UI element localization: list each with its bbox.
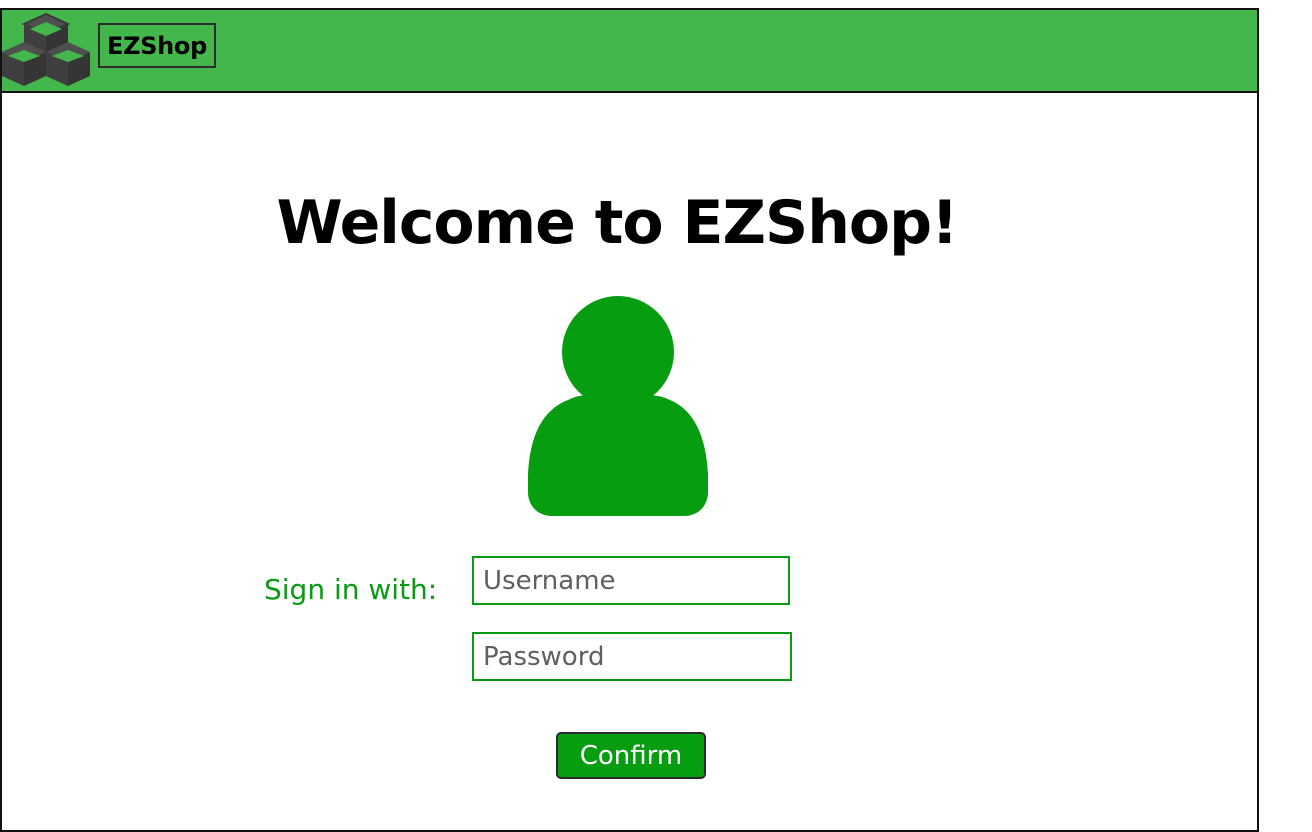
app-window: EZShop Welcome to EZShop! Sign in with: … <box>0 8 1259 832</box>
signin-label: Sign in with: <box>264 573 438 606</box>
confirm-button[interactable]: Confirm <box>556 732 706 779</box>
page-title: Welcome to EZShop! <box>276 188 959 258</box>
header-bar: EZShop <box>2 10 1257 93</box>
username-input[interactable] <box>472 556 790 605</box>
brand-logo: EZShop <box>98 23 216 68</box>
password-input[interactable] <box>472 632 792 681</box>
brand-name: EZShop <box>106 31 208 60</box>
user-icon <box>528 296 708 516</box>
stacked-cubes-icon <box>2 12 90 86</box>
